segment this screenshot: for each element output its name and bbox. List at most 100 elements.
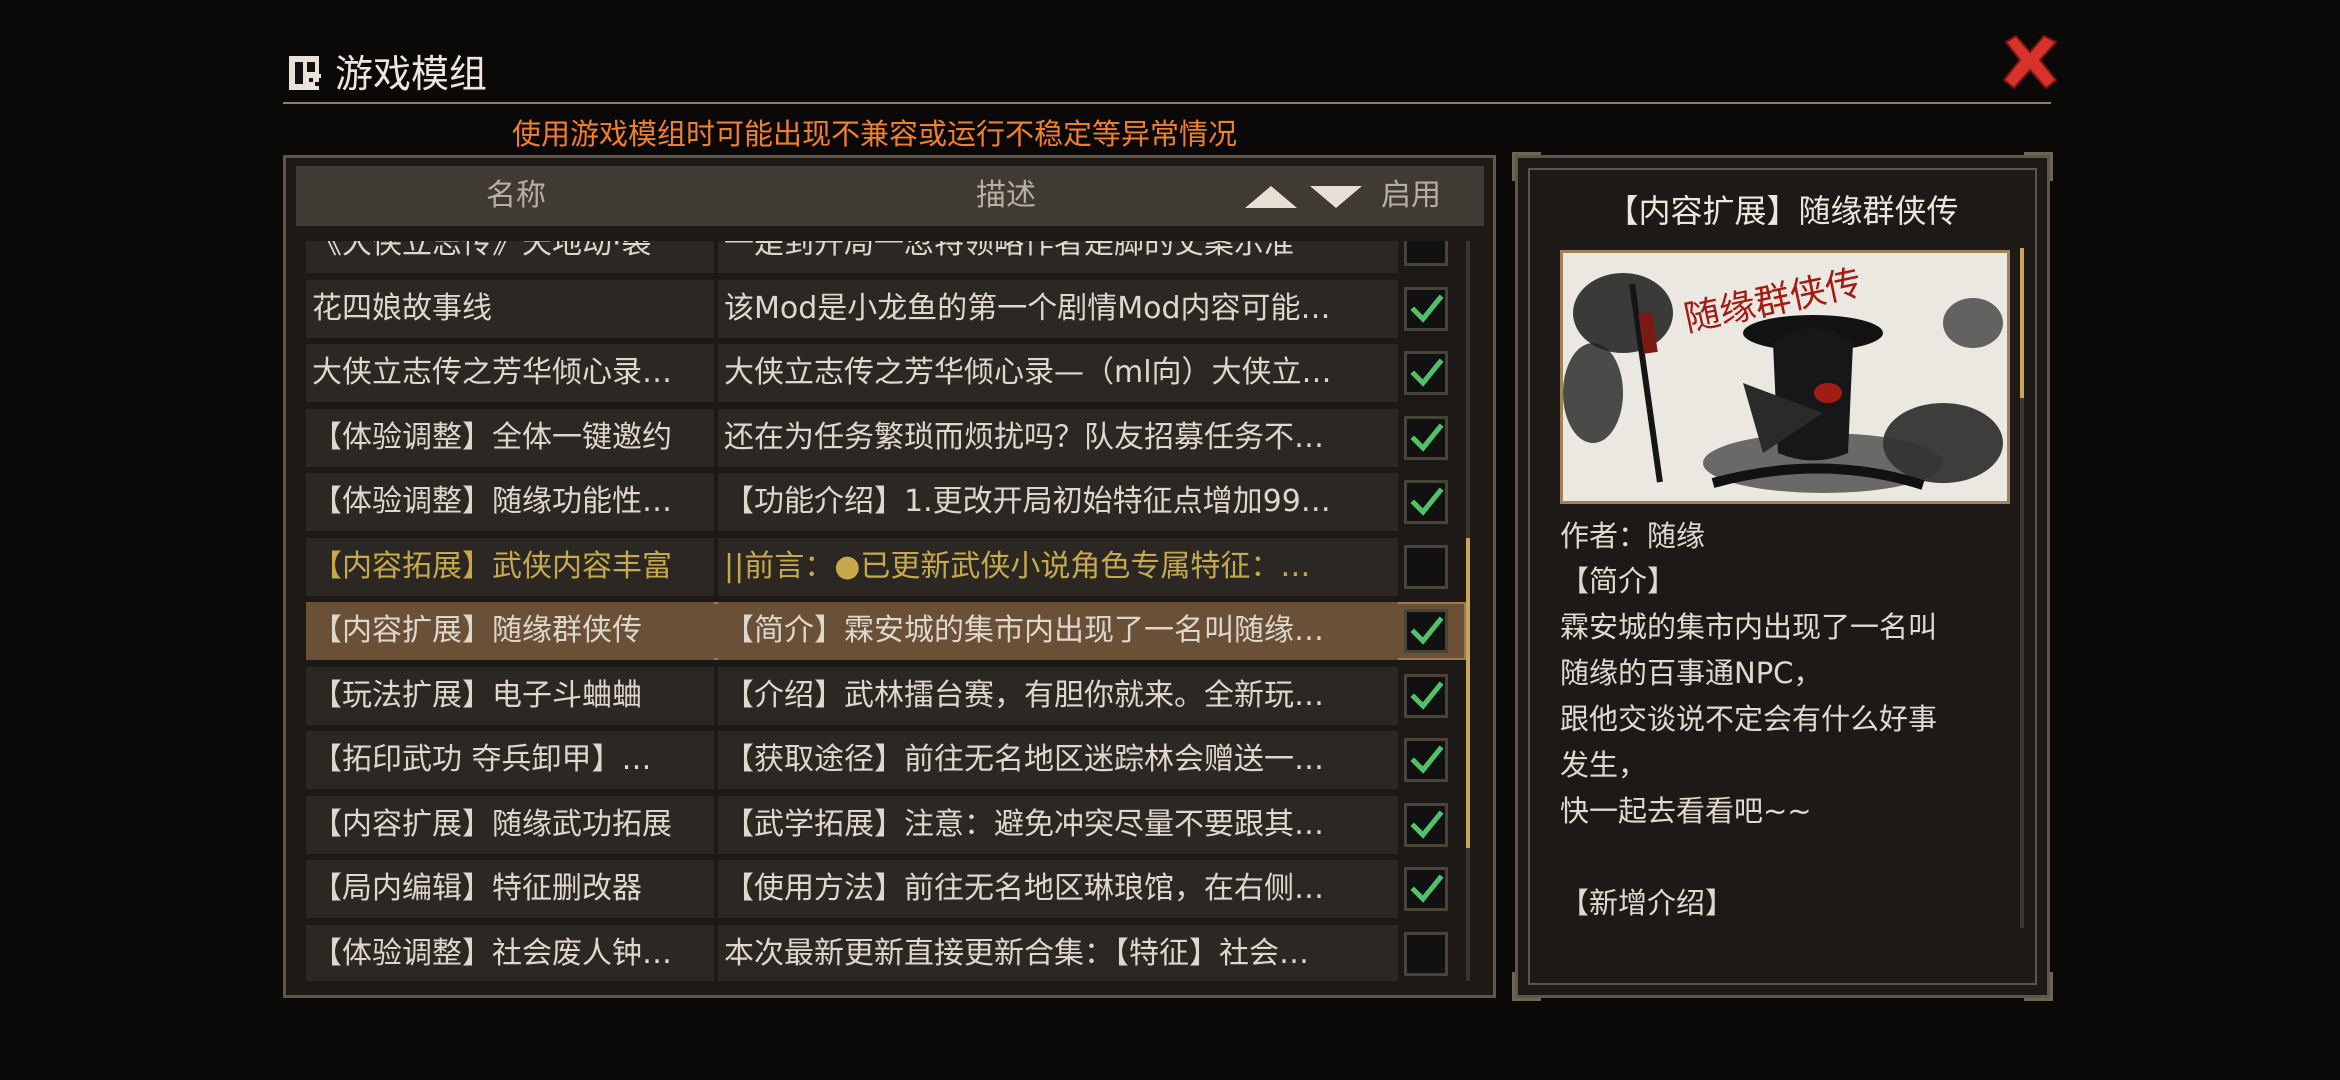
- mod-row[interactable]: 【局内编辑】特征删改器 【使用方法】前往无名地区琳琅馆，在右侧…: [306, 860, 1466, 918]
- move-down-icon[interactable]: [1308, 184, 1364, 210]
- enable-checkbox[interactable]: [1404, 867, 1448, 911]
- mod-row[interactable]: 【体验调整】全体一键邀约 还在为任务繁琐而烦扰吗？队友招募任务不…: [306, 408, 1466, 467]
- checkmark-icon: [1410, 809, 1444, 839]
- enable-checkbox[interactable]: [1404, 480, 1448, 524]
- detail-scrollbar-thumb[interactable]: [2020, 248, 2024, 398]
- description-line: [1560, 834, 2000, 880]
- mod-description: ||前言：●已更新武侠小说角色专属特征：…: [724, 548, 1311, 584]
- enable-checkbox[interactable]: [1404, 544, 1448, 589]
- compatibility-warning: 使用游戏模组时可能出现不兼容或运行不稳定等异常情况: [512, 117, 1238, 151]
- detail-title: 【内容扩展】随缘群侠传: [1606, 192, 1959, 230]
- mod-name: 【体验调整】全体一键邀约: [312, 419, 672, 455]
- list-header: 名称 描述 启用: [296, 166, 1484, 226]
- checkmark-icon: [1410, 358, 1444, 387]
- mod-description-cell: 一是到开局一忽特领略作者是脚的丈案示准: [718, 241, 1398, 273]
- mod-cover-image: 随缘群侠传: [1560, 250, 2010, 504]
- column-header-description: 描述: [976, 178, 1036, 213]
- description-line: 随缘的百事通NPC，: [1560, 656, 1823, 690]
- checkmark-icon: [1410, 487, 1444, 516]
- mod-row[interactable]: 《大侠立志传》天地动·裂 一是到开局一忽特领略作者是脚的丈案示准: [306, 241, 1466, 273]
- mod-description-cell: 【武学拓展】注意：避免冲突尽量不要跟其…: [718, 795, 1398, 854]
- checkmark-icon: [1410, 745, 1444, 774]
- mod-row[interactable]: 花四娘故事线 该Mod是小龙鱼的第一个剧情Mod内容可能…: [306, 279, 1466, 338]
- mod-name: 【体验调整】随缘功能性…: [312, 484, 672, 519]
- mod-row[interactable]: 【拓印武功 夺兵卸甲】… 【获取途径】前往无名地区迷踪林会赠送一…: [306, 731, 1466, 789]
- close-icon[interactable]: [1998, 30, 2062, 94]
- mod-row[interactable]: 【玩法扩展】电子斗蛐蛐 【介绍】武林擂台赛，有胆你就来。全新玩…: [306, 666, 1466, 725]
- mod-list[interactable]: 《大侠立志传》天地动·裂 一是到开局一忽特领略作者是脚的丈案示准花四娘故事线 该Mo…: [306, 241, 1466, 981]
- title-divider: [283, 102, 2051, 104]
- mod-description: 【功能介绍】1.更改开局初始特征点增加99…: [724, 484, 1331, 519]
- mod-description-cell: 本次最新更新直接更新合集：【特征】社会…: [718, 924, 1398, 981]
- move-up-icon[interactable]: [1243, 184, 1299, 210]
- mod-row[interactable]: 【内容扩展】随缘群侠传 【简介】霖安城的集市内出现了一名叫随缘…: [306, 602, 1466, 660]
- mod-description: 【简介】霖安城的集市内出现了一名叫随缘…: [724, 613, 1324, 648]
- mod-name-cell: 【体验调整】随缘功能性…: [306, 473, 714, 531]
- enable-checkbox[interactable]: [1404, 673, 1448, 718]
- mod-name: 【玩法扩展】电子斗蛐蛐: [312, 677, 642, 713]
- ink-painting-illustration: 随缘群侠传: [1563, 253, 2007, 501]
- checkmark-icon: [1410, 293, 1444, 323]
- mod-name: 【拓印武功 夺兵卸甲】…: [312, 742, 652, 777]
- mod-description-cell: 【获取途径】前往无名地区迷踪林会赠送一…: [718, 731, 1398, 789]
- enable-checkbox[interactable]: [1404, 931, 1448, 976]
- mod-name: 【体验调整】社会废人钟…: [312, 935, 672, 971]
- mod-description: 【获取途径】前往无名地区迷踪林会赠送一…: [724, 742, 1324, 777]
- mod-row[interactable]: 大侠立志传之芳华倾心录… 大侠立志传之芳华倾心录—（ml向）大侠立…: [306, 344, 1466, 402]
- enable-checkbox[interactable]: [1404, 802, 1448, 847]
- mod-row[interactable]: 【体验调整】随缘功能性… 【功能介绍】1.更改开局初始特征点增加99…: [306, 473, 1466, 531]
- column-header-name[interactable]: 名称: [486, 166, 546, 226]
- enable-checkbox[interactable]: [1404, 738, 1448, 782]
- description-line: 发生，: [1560, 748, 1648, 782]
- mod-description: 该Mod是小龙鱼的第一个剧情Mod内容可能…: [724, 290, 1331, 326]
- mod-description-cell: 【介绍】武林擂台赛，有胆你就来。全新玩…: [718, 666, 1398, 725]
- mod-author: 作者：随缘: [1560, 519, 1706, 553]
- description-line: 【新增介绍】: [1560, 886, 1735, 920]
- description-line: 快一起去看看吧~~: [1560, 794, 1812, 828]
- mod-description: 大侠立志传之芳华倾心录—（ml向）大侠立…: [724, 355, 1332, 390]
- mod-description: 本次最新更新直接更新合集：【特征】社会…: [724, 935, 1309, 971]
- mod-name-cell: 【体验调整】全体一键邀约: [306, 408, 714, 467]
- mod-name-cell: 【内容扩展】随缘武功拓展: [306, 795, 714, 854]
- enable-checkbox[interactable]: [1404, 241, 1448, 266]
- enable-checkbox[interactable]: [1404, 351, 1448, 395]
- mod-description-cell: 【简介】霖安城的集市内出现了一名叫随缘…: [718, 602, 1398, 660]
- mod-name-cell: 【玩法扩展】电子斗蛐蛐: [306, 666, 714, 725]
- title-bar: 游戏模组: [283, 40, 2051, 104]
- mod-name: 【内容扩展】随缘群侠传: [312, 613, 642, 648]
- enable-checkbox[interactable]: [1404, 415, 1448, 460]
- mod-description: 【使用方法】前往无名地区琳琅馆，在右侧…: [724, 871, 1324, 906]
- mod-name: 花四娘故事线: [312, 290, 492, 326]
- mod-name: 【局内编辑】特征删改器: [312, 871, 642, 906]
- mod-row[interactable]: 【体验调整】社会废人钟… 本次最新更新直接更新合集：【特征】社会…: [306, 924, 1466, 981]
- description-line: 霖安城的集市内出现了一名叫: [1560, 610, 1938, 644]
- mod-description: 一是到开局一忽特领略作者是脚的丈案示准: [724, 241, 1294, 261]
- mod-description-cell: 还在为任务繁琐而烦扰吗？队友招募任务不…: [718, 408, 1398, 467]
- checkmark-icon: [1410, 616, 1444, 645]
- mod-description-cell: 大侠立志传之芳华倾心录—（ml向）大侠立…: [718, 344, 1398, 402]
- page-title: 游戏模组: [335, 52, 488, 96]
- mod-name: 【内容拓展】武侠内容丰富: [312, 548, 672, 584]
- mod-description-cell: ||前言：●已更新武侠小说角色专属特征：…: [718, 537, 1398, 596]
- column-header-enable: 启用: [1381, 178, 1441, 213]
- description-line: 【简介】: [1560, 564, 1677, 598]
- mod-name-cell: 【局内编辑】特征删改器: [306, 860, 714, 918]
- mod-row[interactable]: 【内容拓展】武侠内容丰富 ||前言：●已更新武侠小说角色专属特征：…: [306, 537, 1466, 596]
- mod-name-cell: 【体验调整】社会废人钟…: [306, 924, 714, 981]
- checkmark-icon: [1410, 874, 1444, 903]
- enable-checkbox[interactable]: [1404, 609, 1448, 653]
- description-line: 跟他交谈说不定会有什么好事: [1560, 702, 1938, 736]
- mod-description-cell: 该Mod是小龙鱼的第一个剧情Mod内容可能…: [718, 279, 1398, 338]
- mod-name-cell: 花四娘故事线: [306, 279, 714, 338]
- mod-name-cell: 【内容扩展】随缘群侠传: [306, 602, 714, 660]
- mod-description: 还在为任务繁琐而烦扰吗？队友招募任务不…: [724, 419, 1324, 455]
- mod-name-cell: 《大侠立志传》天地动·裂: [306, 241, 714, 273]
- mod-description: 【武学拓展】注意：避免冲突尽量不要跟其…: [724, 806, 1324, 842]
- list-scrollbar-thumb[interactable]: [1466, 538, 1470, 848]
- mod-description-cell: 【使用方法】前往无名地区琳琅馆，在右侧…: [718, 860, 1398, 918]
- enable-checkbox[interactable]: [1404, 286, 1448, 331]
- mod-description: 【介绍】武林擂台赛，有胆你就来。全新玩…: [724, 677, 1324, 713]
- mod-name: 《大侠立志传》天地动·裂: [312, 241, 652, 261]
- mod-name-cell: 大侠立志传之芳华倾心录…: [306, 344, 714, 402]
- mod-row[interactable]: 【内容扩展】随缘武功拓展 【武学拓展】注意：避免冲突尽量不要跟其…: [306, 795, 1466, 854]
